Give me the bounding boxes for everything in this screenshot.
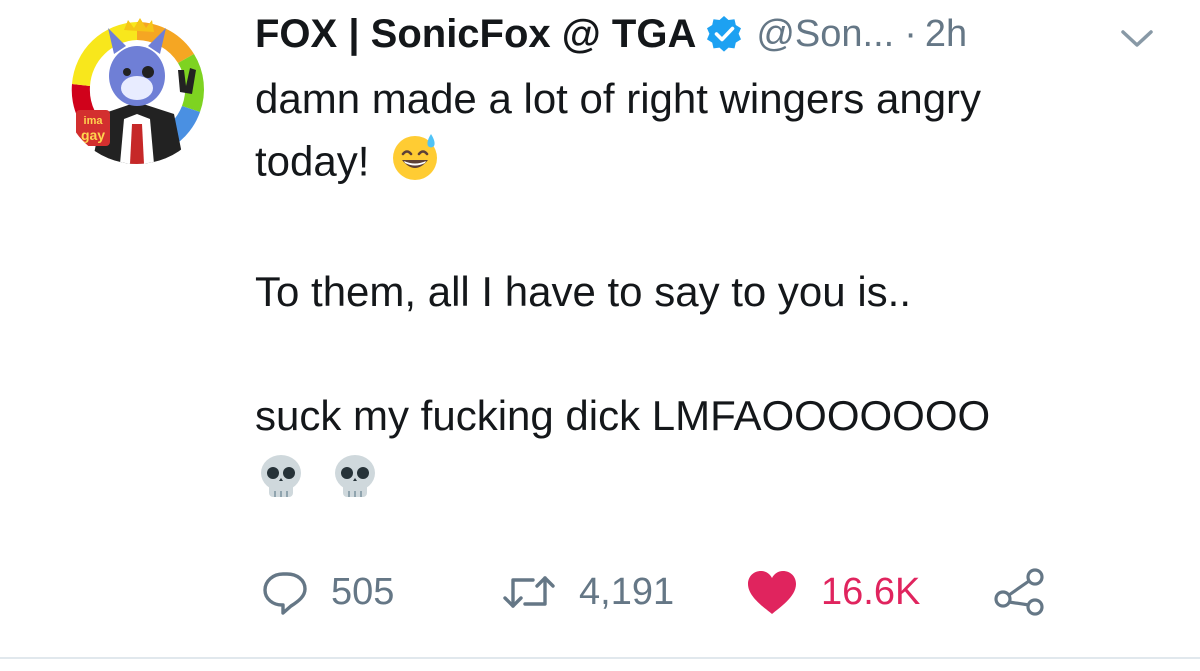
avatar-image: ima gay: [62, 14, 212, 164]
tweet-text: damn made a lot of right wingers angry t…: [255, 68, 1155, 520]
reply-count: 505: [331, 570, 395, 613]
reply-button[interactable]: 505: [261, 562, 394, 622]
heart-icon: [745, 568, 799, 616]
tweet-text-line: damn made a lot of right wingers angry: [255, 75, 982, 122]
tweet-text-blank: [255, 323, 1155, 385]
tweet-timestamp[interactable]: 2h: [925, 13, 967, 56]
svg-text:ima: ima: [84, 115, 104, 127]
tweet-action-bar: 505 4,191 16.6K: [255, 562, 1155, 622]
retweet-button[interactable]: 4,191: [501, 562, 674, 622]
avatar[interactable]: ima gay: [62, 14, 212, 164]
author-handle[interactable]: @Son...: [756, 13, 894, 56]
tweet-text-line: today!: [255, 130, 1155, 199]
author-display-name[interactable]: FOX | SonicFox @ TGA: [255, 12, 696, 57]
retweet-icon: [501, 568, 557, 616]
tweet-text-line: To them, all I have to say to you is..: [255, 268, 911, 315]
tweet-text-line: suck my fucking dick LMFAOOOOOOO: [255, 392, 991, 439]
like-count: 16.6K: [821, 570, 921, 613]
retweet-count: 4,191: [579, 570, 675, 613]
tweet-text-fragment: today!: [255, 137, 370, 185]
skull-emoji: [329, 451, 381, 520]
skull-emoji: [255, 451, 307, 520]
reply-bubble-icon: [261, 568, 309, 616]
like-button[interactable]: 16.6K: [745, 562, 920, 622]
bottom-divider: [0, 657, 1200, 659]
share-button[interactable]: [993, 562, 1047, 622]
share-icon: [993, 567, 1047, 617]
chevron-down-icon[interactable]: [1115, 24, 1159, 52]
tweet-header: FOX | SonicFox @ TGA @Son... · 2h: [255, 8, 967, 60]
separator-dot: ·: [904, 12, 917, 55]
grinning-sweat-emoji: [389, 130, 441, 199]
verified-badge-icon: [704, 14, 744, 54]
svg-text:gay: gay: [81, 127, 105, 143]
emoji-line: [255, 451, 1155, 520]
tweet-text-blank: [255, 199, 1155, 261]
